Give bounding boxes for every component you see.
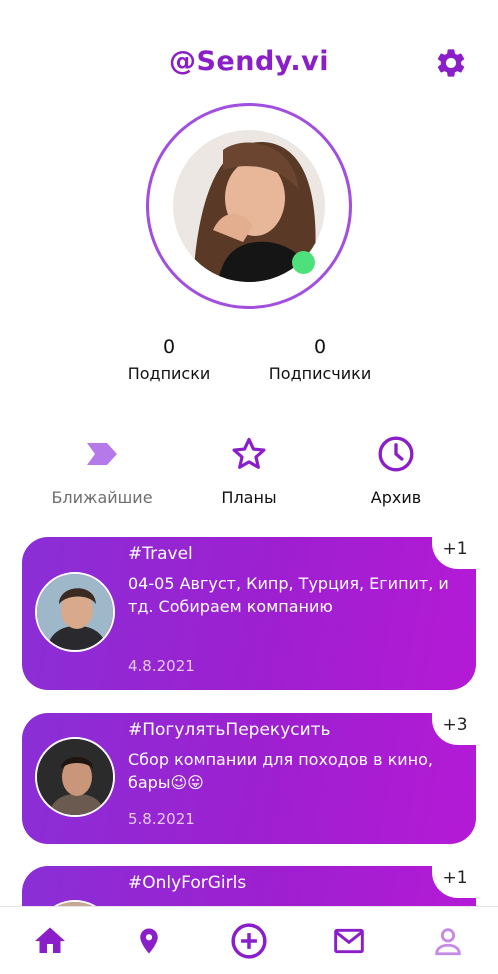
tab-upcoming-label: Ближайшие — [51, 488, 153, 507]
username: @Sendy.vi — [168, 46, 330, 77]
following-count: 0 — [162, 336, 176, 358]
post-date: 4.8.2021 — [128, 657, 195, 675]
participants-badge[interactable]: +3 — [432, 707, 478, 745]
followers-count: 0 — [313, 336, 327, 358]
author-avatar[interactable] — [35, 737, 115, 817]
participants-badge[interactable]: +1 — [432, 531, 478, 569]
post-tag[interactable]: #OnlyForGirls — [128, 873, 246, 893]
post-tag[interactable]: #Travel — [128, 544, 193, 564]
profile-icon[interactable] — [428, 921, 468, 961]
chevron-tag-icon — [27, 432, 177, 476]
post-tag[interactable]: #ПогулятьПерекусить — [128, 720, 331, 740]
post-text: 04-05 Август, Кипр, Турция, Египит, и тд… — [128, 574, 449, 616]
tab-plans-label: Планы — [221, 488, 277, 507]
clock-icon — [321, 432, 471, 476]
post-date: 5.8.2021 — [128, 810, 195, 828]
star-outline-icon — [174, 432, 324, 476]
tab-plans[interactable]: Планы — [174, 432, 324, 507]
post-card[interactable]: #ПогулятьПерекусить Сбор компании для по… — [22, 707, 478, 844]
profile-header: @Sendy.vi — [0, 40, 498, 90]
location-pin-icon[interactable] — [129, 921, 169, 961]
tab-upcoming[interactable]: Ближайшие — [27, 432, 177, 507]
following-label: Подписки — [127, 364, 211, 383]
settings-gear-icon[interactable] — [434, 46, 468, 80]
add-circle-icon[interactable] — [229, 921, 269, 961]
mail-icon[interactable] — [329, 921, 369, 961]
stat-following[interactable]: 0 Подписки — [99, 336, 239, 383]
post-card[interactable]: #Travel 04-05 Август, Кипр, Турция, Егип… — [22, 531, 478, 690]
participants-badge[interactable]: +1 — [432, 860, 478, 898]
home-icon[interactable] — [30, 921, 70, 961]
followers-label: Подписчики — [268, 364, 372, 383]
post-text: Сбор компании для походов в кино, бары😉😛 — [128, 750, 433, 792]
stat-followers[interactable]: 0 Подписчики — [250, 336, 390, 383]
author-avatar[interactable] — [35, 572, 115, 652]
tab-archive[interactable]: Архив — [321, 432, 471, 507]
bottom-nav — [0, 906, 498, 974]
tab-archive-label: Архив — [370, 488, 422, 507]
online-status-dot — [292, 251, 315, 274]
